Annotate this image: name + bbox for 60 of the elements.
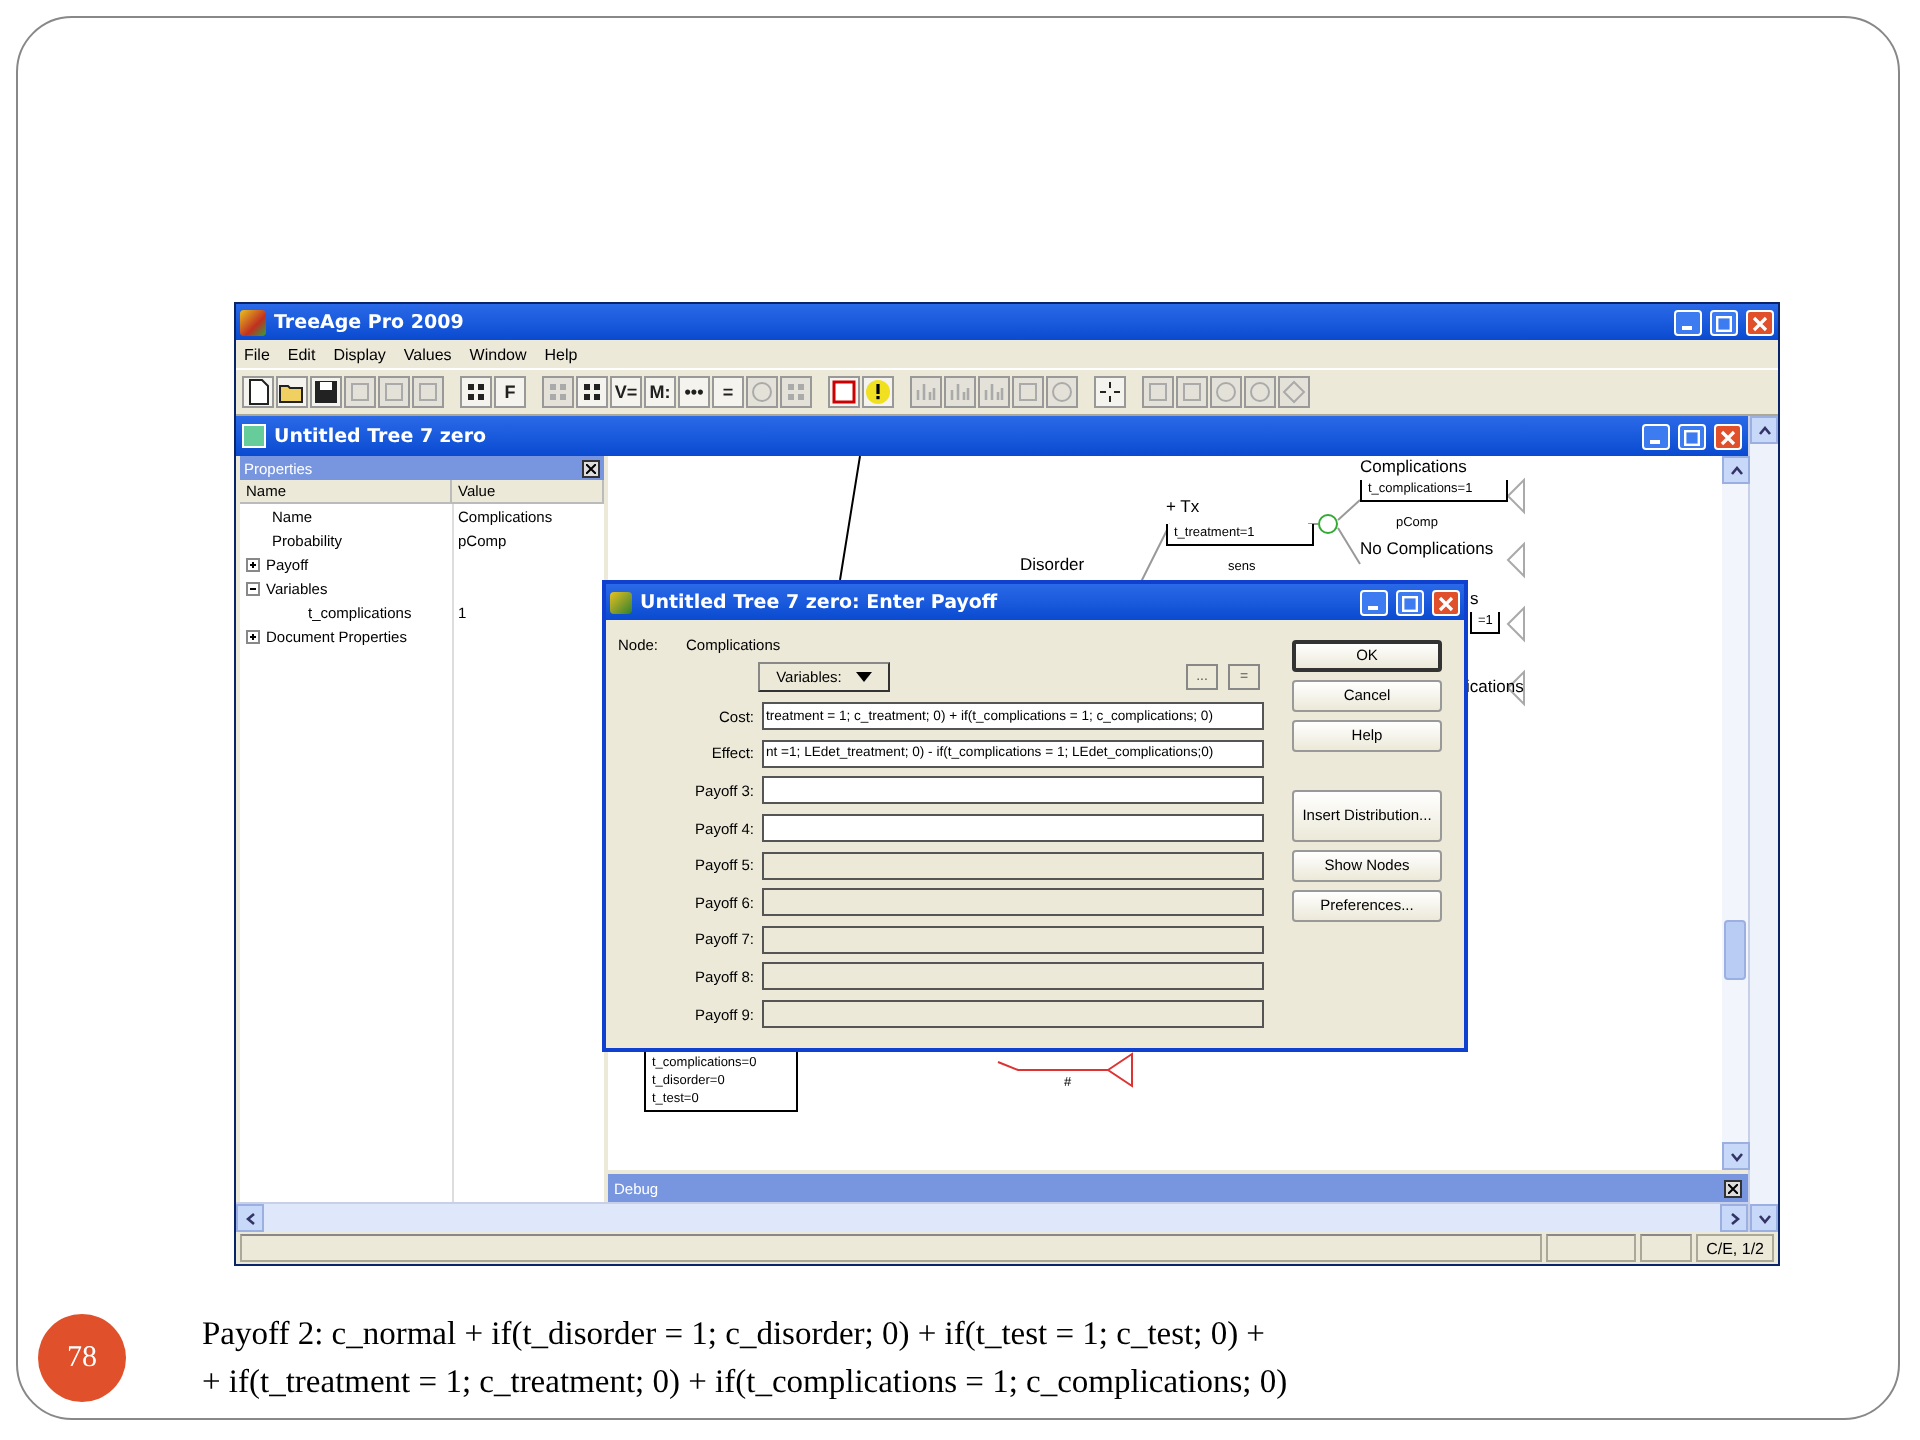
payoff-field[interactable] xyxy=(762,776,1264,805)
formula-text: + if(t_treatment = 1; c_treatment; 0) + if(t_complications = 1; c_complications; 0) xyxy=(202,1362,1288,1402)
node-label: Complications xyxy=(1360,456,1467,476)
menu-item[interactable]: Values xyxy=(403,345,452,363)
status-cell xyxy=(1546,1234,1637,1262)
maximize-button[interactable] xyxy=(1710,309,1738,335)
close-icon xyxy=(1720,429,1736,445)
close-button[interactable] xyxy=(582,459,600,477)
app-icon xyxy=(610,591,632,613)
disk-icon[interactable] xyxy=(310,376,342,408)
maximize-button[interactable] xyxy=(1396,589,1424,615)
formula-text: Payoff 2: c_normal + if(t_disorder = 1; c_disorder; 0) + if(t_test = 1; c_test; 0) + xyxy=(202,1314,1267,1354)
node-label: + Tx xyxy=(1166,496,1200,516)
menu-item[interactable]: Display xyxy=(333,345,386,363)
node-label: Disorder xyxy=(1020,554,1085,574)
grid-icon[interactable] xyxy=(460,376,492,408)
collapse-icon[interactable] xyxy=(246,581,260,595)
toolbar-button[interactable]: = xyxy=(712,376,744,408)
minimize-icon xyxy=(1368,605,1378,609)
close-icon xyxy=(1438,595,1454,611)
node-label: No Complications xyxy=(1360,538,1494,558)
document-title: Untitled Tree 7 zero xyxy=(274,425,487,447)
payoff-field[interactable] xyxy=(762,814,1264,843)
scrollbar[interactable] xyxy=(1722,456,1748,1170)
maximize-icon xyxy=(1402,595,1418,611)
dialog-title: Untitled Tree 7 zero: Enter Payoff xyxy=(640,591,998,613)
warning-icon[interactable] xyxy=(862,376,894,408)
maximize-button[interactable] xyxy=(1678,423,1706,449)
scrollbar[interactable] xyxy=(236,1202,1748,1232)
minimize-button[interactable] xyxy=(1360,589,1388,615)
menu-item[interactable]: Edit xyxy=(287,345,316,363)
node-label: s xyxy=(1470,588,1479,608)
scrollbar[interactable] xyxy=(1748,416,1778,1232)
minimize-icon xyxy=(1682,325,1692,329)
window-title: TreeAge Pro 2009 xyxy=(274,311,464,333)
expand-icon[interactable] xyxy=(246,629,260,643)
close-icon xyxy=(1752,315,1768,331)
scrollbar-thumb[interactable] xyxy=(1724,920,1746,980)
grid-icon[interactable] xyxy=(576,376,608,408)
toolbar-button[interactable]: M: xyxy=(644,376,676,408)
minimize-button[interactable] xyxy=(1674,309,1702,335)
minimize-button[interactable] xyxy=(1642,423,1670,449)
menu-item[interactable]: Help xyxy=(544,345,578,363)
folder-icon[interactable] xyxy=(276,376,308,408)
status-cell xyxy=(1640,1234,1693,1262)
toolbar-button[interactable]: F xyxy=(494,376,526,408)
menu-item[interactable]: File xyxy=(244,345,270,363)
app-icon xyxy=(240,309,266,335)
toolbar-button[interactable]: ••• xyxy=(678,376,710,408)
move-icon[interactable] xyxy=(1094,376,1126,408)
expand-icon[interactable] xyxy=(246,557,260,571)
maximize-icon xyxy=(1716,315,1732,331)
document-icon[interactable] xyxy=(242,376,274,408)
minimize-icon xyxy=(1650,439,1660,443)
menu-item[interactable]: Window xyxy=(469,345,527,363)
slide-number: 78 xyxy=(38,1314,126,1402)
status-text: C/E, 1/2 xyxy=(1696,1234,1774,1262)
maximize-icon xyxy=(1684,429,1700,445)
close-button[interactable] xyxy=(1724,1179,1742,1197)
toolbar-button[interactable]: V= xyxy=(610,376,642,408)
